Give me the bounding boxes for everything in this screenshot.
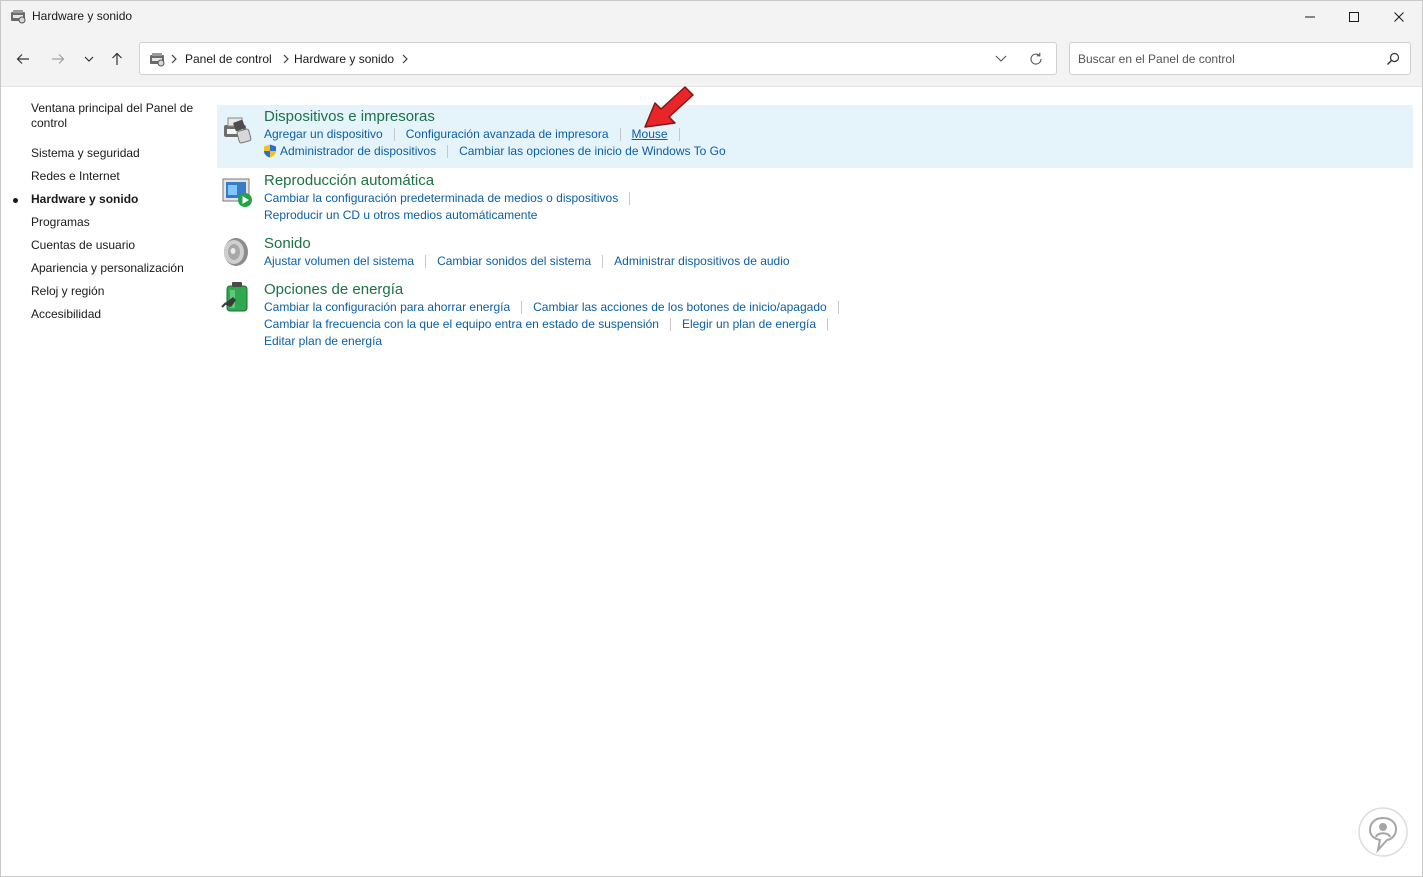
arrow-left-icon <box>16 54 29 64</box>
link-change-power-saving-settings[interactable]: Cambiar la configuración para ahorrar en… <box>264 300 510 314</box>
breadcrumb-panel-de-control[interactable]: Panel de control <box>185 52 272 66</box>
close-icon <box>1394 12 1404 22</box>
category-power-options: Opciones de energía Cambiar la configura… <box>217 278 1413 353</box>
divider <box>425 254 427 268</box>
control-panel-icon <box>11 10 26 24</box>
search-icon[interactable] <box>1386 52 1400 66</box>
red-pointer-arrow-icon <box>644 86 694 128</box>
search-input[interactable] <box>1071 44 1371 73</box>
category-title-autoplay[interactable]: Reproducción automática <box>264 172 434 189</box>
sidebar-item-cuentas-de-usuario[interactable]: Cuentas de usuario <box>31 238 201 253</box>
sidebar-item-programas[interactable]: Programas <box>31 215 201 230</box>
link-row: Administrador de dispositivos Cambiar la… <box>263 144 726 158</box>
minimize-button[interactable] <box>1287 1 1333 33</box>
link-change-sleep-frequency[interactable]: Cambiar la frecuencia con la que el equi… <box>264 317 659 331</box>
sidebar-item-ventana-principal[interactable]: Ventana principal del Panel de control <box>31 101 201 131</box>
sidebar-item-hardware-y-sonido[interactable]: Hardware y sonido <box>31 192 201 207</box>
link-row: Agregar un dispositivo Configuración ava… <box>264 127 691 141</box>
divider <box>669 317 671 331</box>
link-adjust-system-volume[interactable]: Ajustar volumen del sistema <box>264 254 414 268</box>
divider <box>629 191 631 205</box>
link-add-device[interactable]: Agregar un dispositivo <box>264 127 383 141</box>
category-sound: Sonido Ajustar volumen del sistema Cambi… <box>217 232 1413 272</box>
sidebar-item-accesibilidad[interactable]: Accesibilidad <box>31 307 201 322</box>
refresh-icon[interactable] <box>1028 51 1044 67</box>
sidebar-item-apariencia[interactable]: Apariencia y personalización <box>31 261 201 276</box>
watermark-logo-icon <box>1358 807 1408 857</box>
link-row: Editar plan de energía <box>264 334 382 348</box>
autoplay-icon <box>222 178 252 207</box>
divider <box>837 300 839 314</box>
link-row: Reproducir un CD u otros medios automáti… <box>264 208 537 222</box>
printer-icon <box>224 117 252 144</box>
category-title-power-options[interactable]: Opciones de energía <box>264 281 403 298</box>
sidebar-item-reloj-y-region[interactable]: Reloj y región <box>31 284 201 299</box>
divider <box>521 300 523 314</box>
chevron-right-icon[interactable] <box>402 54 408 64</box>
arrow-up-icon <box>112 52 122 65</box>
up-button[interactable] <box>105 48 129 70</box>
link-windows-to-go[interactable]: Cambiar las opciones de inicio de Window… <box>459 144 726 158</box>
window-title: Hardware y sonido <box>32 9 133 23</box>
close-button[interactable] <box>1376 1 1422 33</box>
link-change-power-buttons[interactable]: Cambiar las acciones de los botones de i… <box>533 300 827 314</box>
chevron-down-icon <box>84 56 94 62</box>
category-devices-and-printers: Dispositivos e impresoras Agregar un dis… <box>217 105 1413 168</box>
chevron-right-icon[interactable] <box>283 54 289 64</box>
link-choose-power-plan[interactable]: Elegir un plan de energía <box>682 317 816 331</box>
control-panel-window: Hardware y sonido Panel de control Hardw… <box>0 0 1423 877</box>
navigation-bar: Panel de control Hardware y sonido <box>1 33 1422 87</box>
link-change-system-sounds[interactable]: Cambiar sonidos del sistema <box>437 254 591 268</box>
sidebar-item-redes-e-internet[interactable]: Redes e Internet <box>31 169 201 184</box>
speaker-icon <box>224 238 248 266</box>
active-bullet <box>13 198 18 203</box>
maximize-icon <box>1349 12 1359 22</box>
sidebar-item-sistema-y-seguridad[interactable]: Sistema y seguridad <box>31 146 201 161</box>
divider <box>827 317 829 331</box>
divider <box>447 144 449 158</box>
title-bar: Hardware y sonido <box>1 1 1422 33</box>
link-advanced-printer-setup[interactable]: Configuración avanzada de impresora <box>406 127 609 141</box>
address-history-dropdown-icon[interactable] <box>993 52 1009 66</box>
link-device-manager[interactable]: Administrador de dispositivos <box>280 144 436 158</box>
link-manage-audio-devices[interactable]: Administrar dispositivos de audio <box>614 254 789 268</box>
category-title-devices-and-printers[interactable]: Dispositivos e impresoras <box>264 108 435 125</box>
link-row: Ajustar volumen del sistema Cambiar soni… <box>264 254 790 268</box>
link-edit-power-plan[interactable]: Editar plan de energía <box>264 334 382 348</box>
control-panel-icon <box>150 53 165 67</box>
divider <box>393 127 395 141</box>
back-button[interactable] <box>11 48 35 70</box>
maximize-button[interactable] <box>1331 1 1377 33</box>
uac-shield-icon <box>264 144 276 158</box>
link-row: Cambiar la frecuencia con la que el equi… <box>264 317 839 331</box>
link-row: Cambiar la configuración para ahorrar en… <box>264 300 850 314</box>
link-row: Cambiar la configuración predeterminada … <box>264 191 641 205</box>
forward-button[interactable] <box>46 48 70 70</box>
minimize-icon <box>1305 16 1315 18</box>
link-play-cd-automatically[interactable]: Reproducir un CD u otros medios automáti… <box>264 208 537 222</box>
chevron-right-icon[interactable] <box>171 54 177 64</box>
divider <box>619 127 621 141</box>
address-bar[interactable]: Panel de control Hardware y sonido <box>139 42 1057 75</box>
breadcrumb-hardware-y-sonido[interactable]: Hardware y sonido <box>294 52 394 66</box>
divider <box>602 254 604 268</box>
category-title-sound[interactable]: Sonido <box>264 235 311 252</box>
recent-locations-button[interactable] <box>77 48 101 70</box>
arrow-right-icon <box>52 54 65 64</box>
category-autoplay: Reproducción automática Cambiar la confi… <box>217 169 1413 229</box>
search-box[interactable] <box>1069 42 1411 75</box>
battery-icon <box>221 282 248 312</box>
link-change-default-media-settings[interactable]: Cambiar la configuración predeterminada … <box>264 191 618 205</box>
